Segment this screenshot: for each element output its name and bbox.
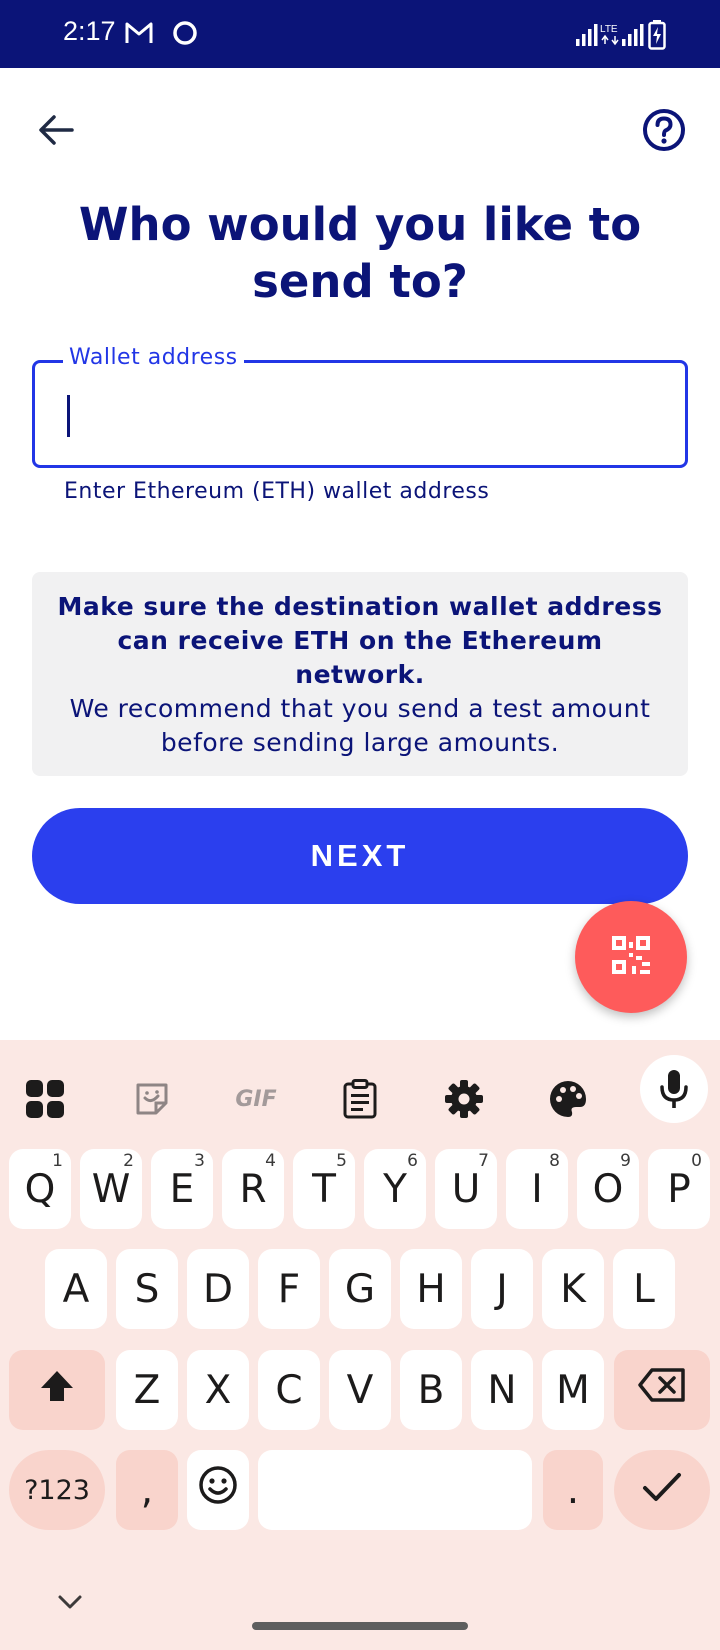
done-key[interactable]: [614, 1450, 710, 1530]
key-label: Q: [24, 1166, 56, 1212]
backspace-icon: [637, 1367, 687, 1413]
comma-key[interactable]: ,: [116, 1450, 178, 1530]
key-label: I: [531, 1166, 543, 1212]
lte-icon: LTE: [600, 22, 622, 50]
key-w[interactable]: W2: [80, 1149, 142, 1229]
clipboard-icon[interactable]: [326, 1065, 394, 1133]
network-warning: Make sure the destination wallet address…: [32, 572, 688, 776]
key-hint: 2: [123, 1151, 134, 1171]
emoji-key[interactable]: [187, 1450, 249, 1530]
key-b[interactable]: B: [400, 1350, 462, 1430]
key-hint: 8: [549, 1151, 560, 1171]
wallet-address-field[interactable]: Wallet address: [32, 345, 688, 468]
help-circle-icon: [642, 108, 686, 156]
key-label: Y: [383, 1166, 407, 1212]
signal-icon: [576, 24, 598, 50]
apps-icon[interactable]: [11, 1065, 79, 1133]
scan-qr-button[interactable]: [575, 901, 687, 1013]
key-label: O: [592, 1166, 624, 1212]
gesture-nav-handle[interactable]: [252, 1622, 468, 1630]
next-button[interactable]: NEXT: [32, 808, 688, 904]
key-hint: 6: [407, 1151, 418, 1171]
key-hint: 9: [620, 1151, 631, 1171]
key-l[interactable]: L: [613, 1249, 675, 1329]
key-hint: 1: [52, 1151, 63, 1171]
network-warning-title: Make sure the destination wallet address…: [57, 592, 663, 689]
back-button[interactable]: [30, 106, 82, 158]
key-hint: 3: [194, 1151, 205, 1171]
key-o[interactable]: O9: [577, 1149, 639, 1229]
key-r[interactable]: R4: [222, 1149, 284, 1229]
space-key[interactable]: [258, 1450, 532, 1530]
key-d[interactable]: D: [187, 1249, 249, 1329]
key-label: R: [239, 1166, 267, 1212]
status-bar: 2:17 LTE: [0, 0, 720, 68]
key-i[interactable]: I8: [506, 1149, 568, 1229]
key-m[interactable]: M: [542, 1350, 604, 1430]
gmail-icon: [124, 20, 154, 50]
key-j[interactable]: J: [471, 1249, 533, 1329]
key-h[interactable]: H: [400, 1249, 462, 1329]
arrow-left-icon: [38, 114, 74, 150]
key-hint: 5: [336, 1151, 347, 1171]
shift-key[interactable]: [9, 1350, 105, 1430]
svg-text:LTE: LTE: [600, 24, 618, 35]
key-y[interactable]: Y6: [364, 1149, 426, 1229]
gif-icon[interactable]: GIF: [222, 1065, 290, 1133]
palette-icon[interactable]: [534, 1065, 602, 1133]
key-f[interactable]: F: [258, 1249, 320, 1329]
key-c[interactable]: C: [258, 1350, 320, 1430]
key-hint: 7: [478, 1151, 489, 1171]
checkmark-icon: [642, 1468, 682, 1513]
wallet-address-label: Wallet address: [63, 345, 244, 370]
symbols-key[interactable]: ?123: [9, 1450, 105, 1530]
signal-icon: [622, 24, 644, 50]
key-label: T: [312, 1166, 336, 1212]
key-s[interactable]: S: [116, 1249, 178, 1329]
microphone-icon[interactable]: [640, 1055, 708, 1123]
key-x[interactable]: X: [187, 1350, 249, 1430]
key-label: E: [169, 1166, 195, 1212]
backspace-key[interactable]: [614, 1350, 710, 1430]
key-hint: 4: [265, 1151, 276, 1171]
shift-icon: [39, 1368, 75, 1413]
gif-label: GIF: [235, 1086, 277, 1112]
soft-keyboard: GIF Q1 W2 E3 R4 T5 Y6 U7 I8 O9 P0 A S D …: [0, 1040, 720, 1650]
key-g[interactable]: G: [329, 1249, 391, 1329]
chevron-down-icon: [57, 1594, 83, 1614]
emoji-icon: [198, 1465, 238, 1515]
key-e[interactable]: E3: [151, 1149, 213, 1229]
battery-charging-icon: [648, 20, 666, 54]
key-n[interactable]: N: [471, 1350, 533, 1430]
key-label: U: [451, 1166, 481, 1212]
key-hint: 0: [691, 1151, 702, 1171]
key-t[interactable]: T5: [293, 1149, 355, 1229]
settings-icon[interactable]: [430, 1065, 498, 1133]
wallet-address-input[interactable]: [65, 391, 645, 437]
period-key[interactable]: .: [543, 1450, 603, 1530]
help-button[interactable]: [638, 106, 690, 158]
key-v[interactable]: V: [329, 1350, 391, 1430]
wallet-address-helper: Enter Ethereum (ETH) wallet address: [64, 479, 490, 504]
key-label: W: [91, 1166, 131, 1212]
key-q[interactable]: Q1: [9, 1149, 71, 1229]
key-u[interactable]: U7: [435, 1149, 497, 1229]
qr-code-icon: [612, 936, 650, 978]
key-k[interactable]: K: [542, 1249, 604, 1329]
key-a[interactable]: A: [45, 1249, 107, 1329]
key-z[interactable]: Z: [116, 1350, 178, 1430]
key-label: P: [667, 1166, 691, 1212]
status-time: 2:17: [63, 16, 116, 46]
sticker-icon[interactable]: [118, 1065, 186, 1133]
circle-icon: [172, 20, 198, 50]
text-cursor: [67, 395, 70, 437]
key-p[interactable]: P0: [648, 1149, 710, 1229]
keyboard-collapse-button[interactable]: [52, 1586, 88, 1622]
network-warning-body: We recommend that you send a test amount…: [69, 694, 651, 757]
page-title: Who would you like to send to?: [78, 198, 642, 308]
